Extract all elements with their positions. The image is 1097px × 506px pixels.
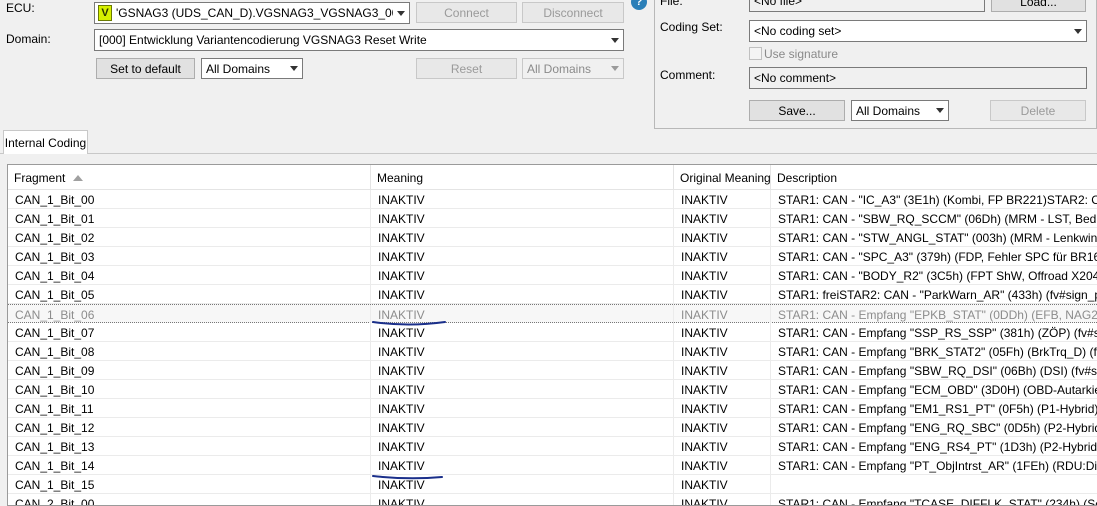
save-filter-select[interactable]: All Domains [851,100,949,121]
disconnect-button[interactable]: Disconnect [522,2,624,23]
use-signature-checkbox[interactable] [749,47,762,60]
delete-button[interactable]: Delete [990,100,1086,121]
underline-annotation-row-6 [372,321,446,326]
chevron-down-icon [932,101,948,120]
chevron-down-icon [393,3,409,23]
file-label: File: [660,0,683,8]
tab-internal-coding[interactable]: Internal Coding [3,130,88,154]
reset-button[interactable]: Reset [416,58,517,79]
domain-select[interactable]: [000] Entwicklung Variantencodierung VGS… [94,29,624,51]
coding-table: Fragment Meaning Original Meaning Descri… [7,164,1097,506]
pen-annotations [372,321,446,480]
reset-filter-value: All Domains [527,61,592,76]
domain-filter-value: All Domains [206,61,271,76]
chevron-down-icon [1070,21,1086,41]
connect-button[interactable]: Connect [416,2,517,23]
ecu-select-value: 'GSNAG3 (UDS_CAN_D).VGSNAG3_VGSNAG3_0009… [116,6,393,20]
comment-label: Comment: [660,68,716,82]
chevron-down-icon [286,59,302,78]
ecu-label: ECU: [6,1,35,15]
ecu-select[interactable]: V 'GSNAG3 (UDS_CAN_D).VGSNAG3_VGSNAG3_00… [94,2,410,24]
underline-annotation-row-14 [372,475,443,480]
coding-set-label: Coding Set: [660,20,723,34]
use-signature-label: Use signature [764,47,839,61]
domain-label: Domain: [6,32,51,46]
save-button[interactable]: Save... [749,100,845,121]
set-default-button[interactable]: Set to default [96,58,195,79]
reset-filter-select[interactable]: All Domains [522,58,624,79]
load-button[interactable]: Load... [991,0,1086,12]
save-filter-value: All Domains [856,103,921,118]
tab-strip-border [0,153,1097,154]
variant-badge-icon: V [98,5,112,21]
file-field: <No file> [749,0,985,12]
coding-set-value: <No coding set> [754,24,842,38]
help-icon[interactable]: ? [631,0,647,10]
chevron-down-icon [607,30,623,50]
domain-select-value: [000] Entwicklung Variantencodierung VGS… [99,33,427,47]
domain-filter-select[interactable]: All Domains [201,58,303,79]
chevron-down-icon [607,59,623,78]
comment-field[interactable]: <No comment> [749,67,1087,89]
coding-set-select[interactable]: <No coding set> [749,20,1087,42]
